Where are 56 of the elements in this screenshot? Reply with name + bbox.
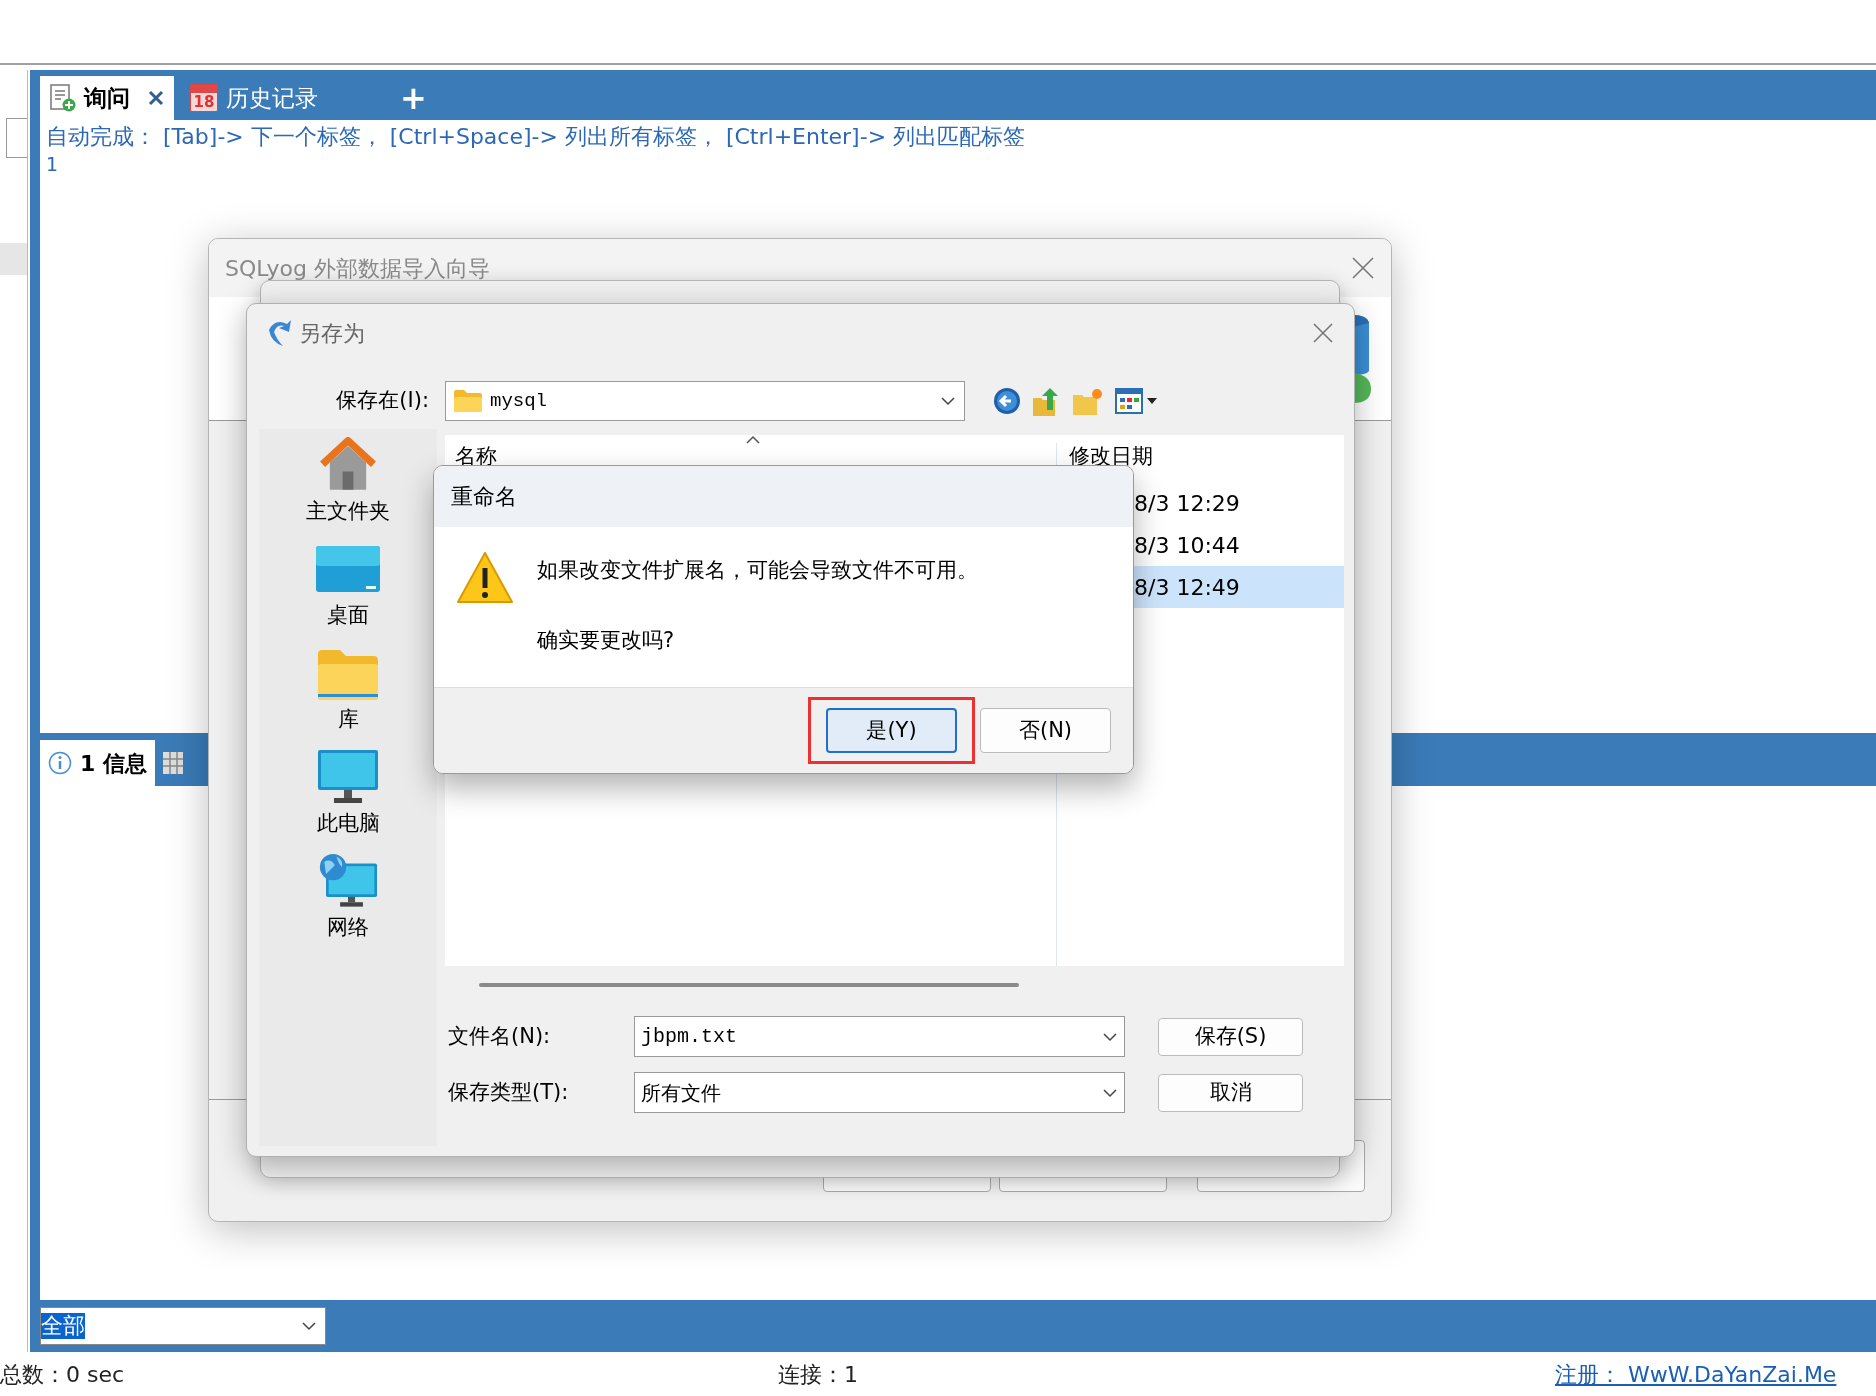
autocomplete-hint: 自动完成： [Tab]-> 下一个标签， [Ctrl+Space]-> 列出所有标签， [Ctrl+Enter]-> 列出匹配标签	[46, 123, 1027, 151]
column-header[interactable]: 修改日期	[1069, 444, 1153, 468]
place-item[interactable]: 网络	[327, 911, 369, 943]
side-field[interactable]	[6, 118, 27, 158]
folder-select[interactable]: mysql	[445, 381, 965, 421]
chevron-down-icon	[301, 1321, 317, 1331]
view-menu-icon[interactable]	[1115, 388, 1159, 414]
folder-icon	[454, 390, 482, 412]
dialog-title: 重命名	[451, 483, 517, 511]
modified-date: 8/3 12:49	[1133, 573, 1240, 602]
scrollbar[interactable]	[479, 983, 1019, 987]
close-icon[interactable]	[148, 90, 164, 106]
editor-tab[interactable]: 18 历史记录	[180, 76, 328, 120]
info-icon	[48, 751, 72, 775]
close-icon[interactable]	[1351, 256, 1375, 280]
warning-message: 如果改变文件扩展名，可能会导致文件不可用。	[537, 557, 978, 584]
place-item[interactable]: 桌面	[327, 599, 369, 631]
close-icon[interactable]	[1312, 322, 1334, 344]
dialog-button[interactable]: 保存(S)	[1158, 1017, 1303, 1056]
field-label: 保存类型(T):	[447, 1078, 570, 1106]
folder-up-icon[interactable]	[1033, 386, 1061, 416]
place-item[interactable]: 主文件夹	[306, 495, 390, 527]
connection-count-text: 连接：1	[778, 1360, 859, 1389]
register-link[interactable]: 注册： WwW.DaYanZai.Me	[1555, 1357, 1837, 1391]
sort-caret-icon	[745, 435, 761, 444]
filter-select[interactable]: 全部	[40, 1307, 326, 1345]
line-number: 1	[46, 152, 59, 176]
dialog-button[interactable]: 取消	[1158, 1073, 1303, 1112]
calendar-icon: 18	[190, 84, 218, 112]
folder-icon	[318, 649, 378, 700]
side-panel-bar	[0, 243, 27, 275]
combo-field[interactable]: 所有文件	[634, 1072, 1125, 1113]
dialog-button[interactable]: 是(Y)	[826, 708, 957, 753]
dialog-title: 另存为	[299, 319, 365, 348]
chevron-down-icon	[1102, 1087, 1118, 1098]
chevron-down-icon	[940, 396, 956, 406]
combo-field[interactable]: jbpm.txt	[634, 1016, 1125, 1057]
grid-icon[interactable]	[162, 752, 183, 774]
place-item[interactable]: 此电脑	[316, 807, 380, 839]
window-title: SQLyog 外部数据导入向导	[225, 254, 490, 283]
result-tab[interactable]: 1 信息	[40, 740, 155, 786]
warning-icon	[456, 551, 514, 605]
column-header[interactable]: 名称	[455, 444, 497, 468]
total-time-text: 总数：0 sec	[0, 1360, 126, 1389]
confirm-question: 确实要更改吗?	[537, 626, 676, 654]
monitor-icon	[318, 749, 378, 804]
place-item[interactable]: 库	[337, 703, 359, 735]
field-label: 文件名(N):	[447, 1022, 552, 1050]
new-folder-icon[interactable]	[1073, 387, 1103, 415]
modified-date: 8/3 10:44	[1133, 531, 1240, 560]
dialog-button[interactable]: 否(N)	[980, 708, 1111, 753]
document-plus-icon	[50, 84, 76, 112]
chevron-down-icon	[1102, 1031, 1118, 1042]
field-label: 保存在(I):	[335, 387, 430, 415]
new-tab-button[interactable]: +	[394, 76, 433, 120]
editor-tab[interactable]: 询问	[40, 76, 174, 120]
